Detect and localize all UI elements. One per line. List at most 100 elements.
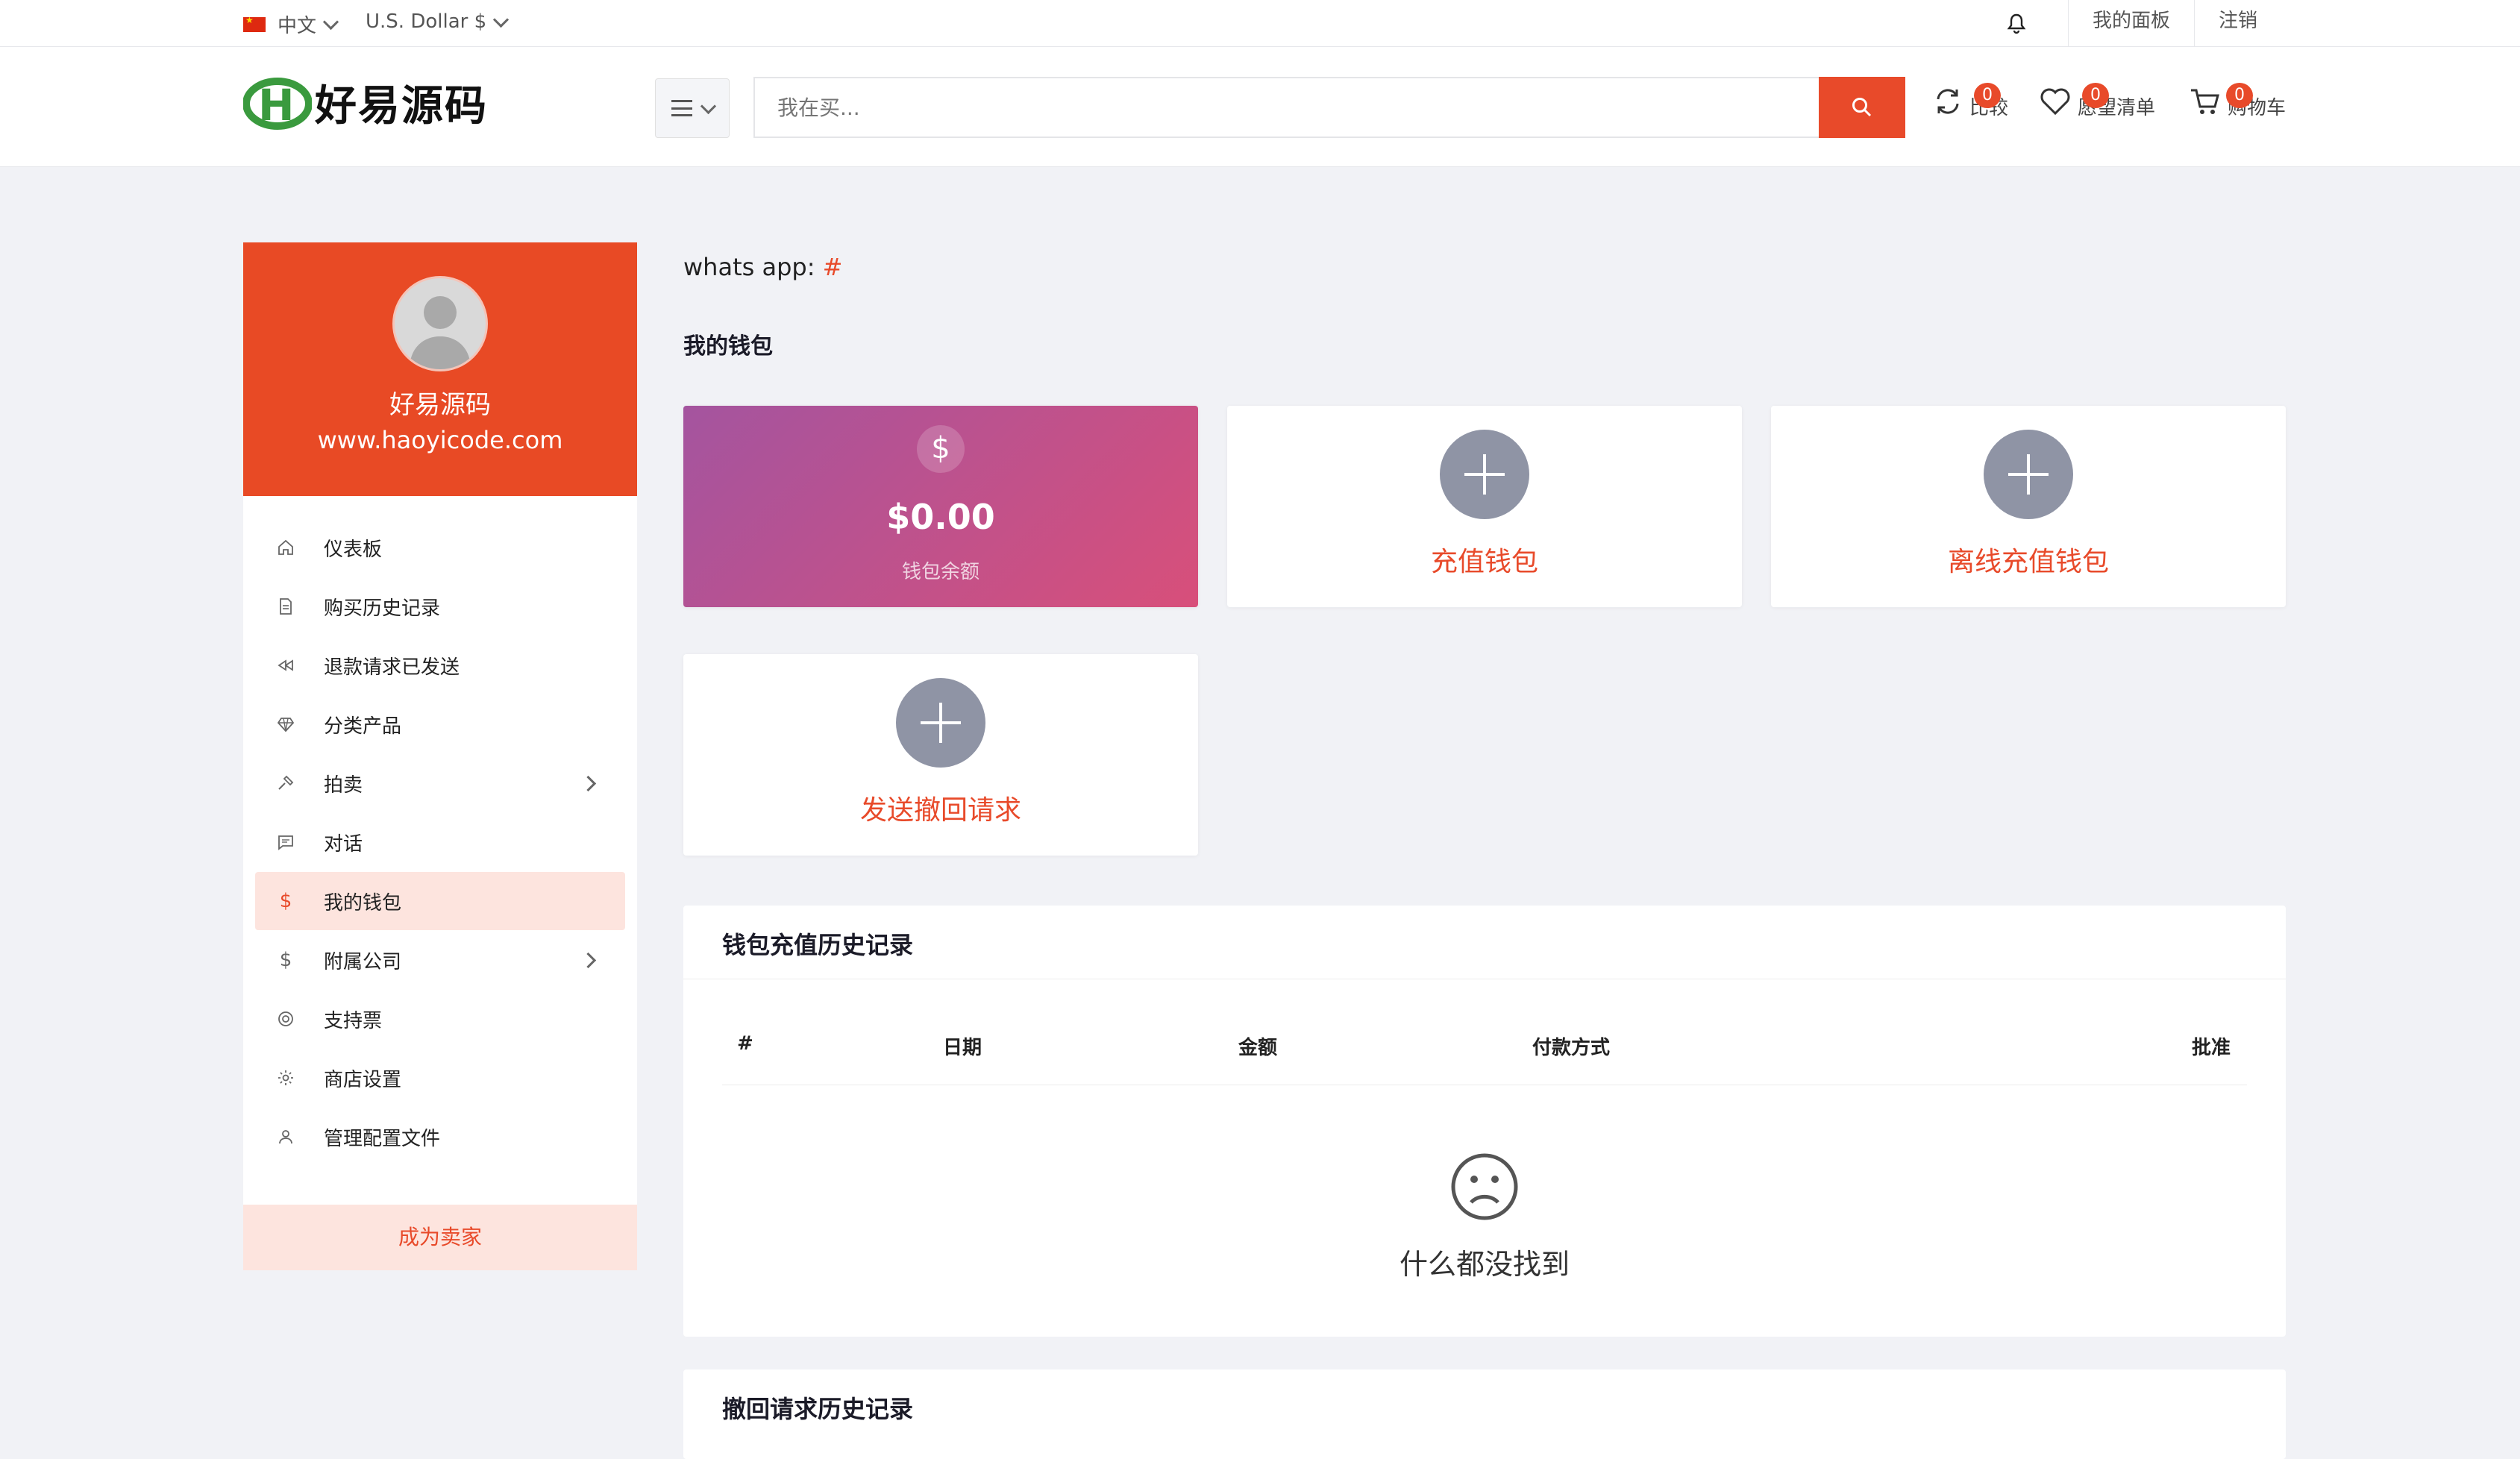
china-flag-icon: [243, 15, 266, 32]
sidebar-item-label: 对话: [324, 832, 363, 856]
withdraw-request-card[interactable]: 发送撤回请求: [683, 654, 1198, 856]
sidebar-item-label: 商店设置: [324, 1068, 402, 1091]
column-header-index: #: [737, 1032, 753, 1055]
chevron-right-icon: [580, 952, 597, 969]
language-selector[interactable]: 中文: [243, 10, 339, 38]
sidebar-item-label: 支持票: [324, 1009, 383, 1032]
table-header: # 日期 金额 付款方式 批准: [722, 1032, 2247, 1077]
compare-button[interactable]: 0 比较: [1932, 83, 2008, 119]
wallet-balance-amount: $0.00: [886, 497, 995, 537]
notification-bell-icon[interactable]: [1996, 8, 2038, 38]
svg-text:H: H: [258, 80, 295, 131]
compare-count-badge: 0: [1974, 83, 2001, 108]
chevron-down-icon: [700, 98, 716, 114]
profile-name: 好易源码: [389, 390, 491, 420]
logout-link[interactable]: 注销: [2193, 0, 2281, 46]
plus-icon: [1984, 430, 2073, 519]
cart-count-badge: 0: [2226, 83, 2253, 108]
search-input[interactable]: [753, 77, 1819, 138]
become-seller-button[interactable]: 成为卖家: [243, 1205, 637, 1270]
column-header-payment-method: 付款方式: [1532, 1037, 1611, 1059]
withdraw-history-panel: 撤回请求历史记录: [683, 1369, 2286, 1459]
sidebar-item-label: 仪表板: [324, 538, 383, 561]
wishlist-count-badge: 0: [2082, 83, 2109, 108]
logo-text: 好易源码: [315, 82, 488, 131]
account-sidebar: 好易源码 www.haoyicode.com 仪表板 购买历史记录 退款请求已发…: [243, 242, 637, 1270]
currency-selector[interactable]: U.S. Dollar $: [366, 10, 510, 33]
profile-card: 好易源码 www.haoyicode.com: [243, 242, 637, 496]
profile-url: www.haoyicode.com: [317, 426, 563, 454]
sidebar-item-label: 分类产品: [324, 715, 402, 738]
hamburger-icon: [671, 100, 692, 116]
sidebar-item-dashboard[interactable]: 仪表板: [255, 518, 625, 577]
recharge-history-panel: 钱包充值历史记录 # 日期 金额 付款方式 批准 什么都没找到: [683, 906, 2286, 1337]
file-icon: [275, 595, 297, 618]
sidebar-item-purchase-history[interactable]: 购买历史记录: [255, 577, 625, 636]
column-header-approval: 批准: [2191, 1037, 2231, 1059]
gear-icon: [275, 1067, 297, 1089]
compare-icon: [1937, 89, 1959, 114]
logo-icon: H: [242, 75, 313, 131]
plus-icon: [1440, 430, 1529, 519]
dollar-icon: $: [279, 890, 292, 912]
diamond-icon: [275, 713, 297, 735]
language-label: 中文: [278, 15, 317, 37]
page-title: 我的钱包: [683, 333, 773, 360]
cart-icon: [2191, 89, 2219, 114]
sidebar-item-label: 管理配置文件: [324, 1127, 441, 1150]
search-button[interactable]: [1819, 77, 1905, 138]
sidebar-item-refund-requests[interactable]: 退款请求已发送: [255, 636, 625, 694]
sidebar-item-my-wallet[interactable]: $ 我的钱包: [255, 872, 625, 930]
sidebar-item-conversations[interactable]: 对话: [255, 813, 625, 871]
chevron-right-icon: [580, 775, 597, 792]
sidebar-item-classified-products[interactable]: 分类产品: [255, 695, 625, 753]
chevron-down-icon: [493, 11, 510, 28]
recharge-history-title: 钱包充值历史记录: [722, 931, 914, 959]
sidebar-item-label: 拍卖: [324, 774, 363, 797]
wallet-balance-card: $ $0.00 钱包余额: [683, 406, 1198, 607]
category-menu-button[interactable]: [655, 78, 730, 138]
top-bar: 中文 U.S. Dollar $ 我的面板 注销: [0, 0, 2520, 47]
dollar-icon: $: [917, 425, 965, 473]
sad-face-icon: [1449, 1152, 1520, 1225]
wishlist-button[interactable]: 0 愿望清单: [2039, 83, 2155, 119]
sidebar-nav: 仪表板 购买历史记录 退款请求已发送 分类产品 拍卖 对话 $ 我的钱包 $ 附…: [255, 518, 625, 1167]
heart-icon: [2040, 88, 2070, 116]
recharge-wallet-card[interactable]: 充值钱包: [1227, 406, 1742, 607]
dollar-icon: $: [279, 949, 292, 971]
sidebar-item-shop-settings[interactable]: 商店设置: [255, 1049, 625, 1107]
chevron-down-icon: [322, 13, 339, 31]
sidebar-item-auction[interactable]: 拍卖: [255, 754, 625, 812]
sidebar-item-label: 购买历史记录: [324, 597, 441, 620]
site-logo[interactable]: H 好易源码: [242, 72, 488, 133]
plus-icon: [896, 678, 985, 768]
currency-label: U.S. Dollar $: [366, 10, 487, 33]
dashboard-link[interactable]: 我的面板: [2067, 0, 2194, 46]
gavel-icon: [275, 772, 297, 794]
rewind-icon: [275, 654, 297, 677]
cart-button[interactable]: 0 购物车: [2189, 83, 2286, 119]
sidebar-item-affiliate[interactable]: $ 附属公司: [255, 931, 625, 989]
sidebar-item-label: 我的钱包: [324, 891, 402, 914]
sidebar-item-label: 退款请求已发送: [324, 656, 460, 679]
chat-icon: [275, 831, 297, 853]
sidebar-item-support-ticket[interactable]: 支持票: [255, 990, 625, 1048]
avatar: [392, 276, 488, 371]
home-icon: [275, 536, 297, 559]
wallet-balance-caption: 钱包余额: [901, 561, 980, 583]
column-header-amount: 金额: [1238, 1037, 1278, 1059]
withdraw-request-label: 发送撤回请求: [859, 795, 1021, 826]
main-header: H 好易源码 0 比较 0 愿望清单 0 购物车: [0, 47, 2520, 167]
empty-state-text: 什么都没找到: [1399, 1248, 1570, 1281]
sidebar-item-label: 附属公司: [324, 950, 402, 973]
search-icon: [1852, 98, 1872, 117]
whatsapp-link[interactable]: #: [823, 253, 843, 281]
offline-recharge-card[interactable]: 离线充值钱包: [1771, 406, 2286, 607]
whatsapp-line: whats app: #: [683, 253, 842, 281]
recharge-wallet-label: 充值钱包: [1430, 547, 1538, 577]
user-icon: [275, 1126, 297, 1148]
support-icon: [275, 1008, 297, 1030]
search-bar: [753, 77, 1905, 138]
whatsapp-label: whats app:: [683, 253, 815, 281]
sidebar-item-manage-profile[interactable]: 管理配置文件: [255, 1108, 625, 1166]
